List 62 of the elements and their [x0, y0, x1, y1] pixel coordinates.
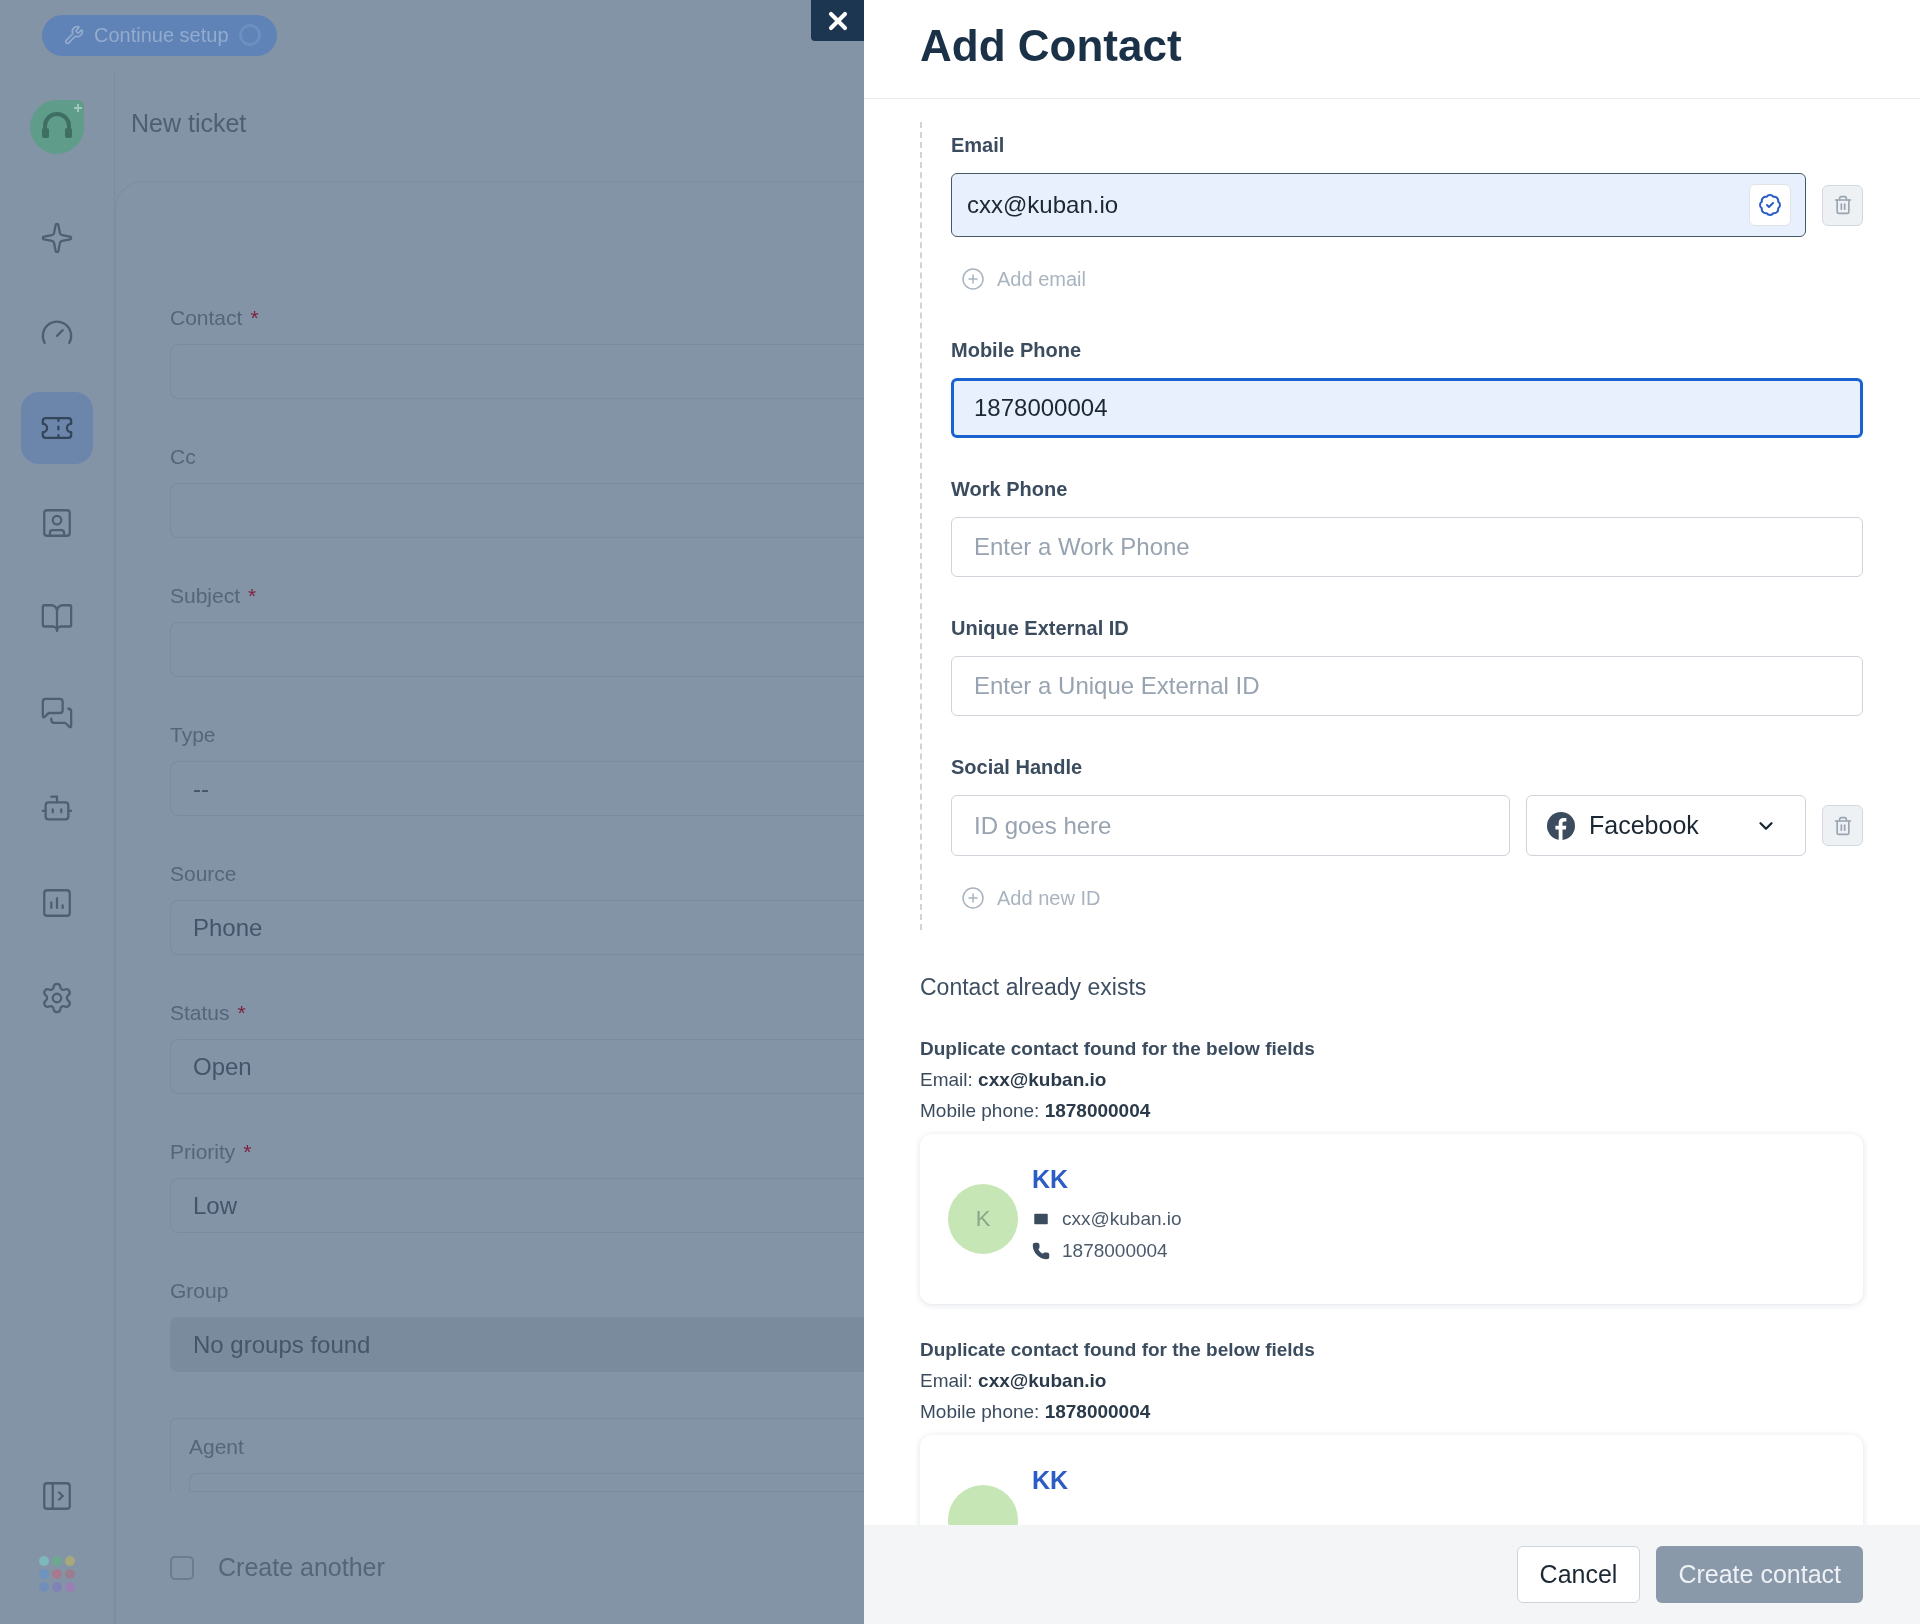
book-icon	[40, 601, 74, 635]
facebook-icon	[1547, 811, 1575, 840]
delete-button[interactable]	[1822, 805, 1863, 846]
duplicate-heading: Duplicate contact found for the below fields	[920, 1037, 1316, 1061]
form-field[interactable]	[170, 622, 864, 677]
agent-field[interactable]	[189, 1473, 864, 1492]
nav-item[interactable]	[21, 392, 93, 464]
form-field[interactable]: Low	[170, 1178, 864, 1233]
required-mark: *	[243, 1140, 252, 1164]
add-email-link[interactable]: Add email	[951, 267, 1863, 291]
form-field[interactable]	[170, 344, 864, 399]
text-field[interactable]: 1878000004	[951, 378, 1863, 438]
duplicate-field-line: Email: cxx@kuban.io	[920, 1369, 1108, 1393]
add-id-link[interactable]: Add new ID	[951, 886, 1863, 910]
apps-grid-icon	[38, 1555, 76, 1593]
field-label: Mobile Phone	[951, 339, 1082, 362]
text-field[interactable]: Enter a Work Phone	[951, 517, 1863, 577]
required-mark: *	[248, 584, 257, 608]
trash-icon	[1832, 195, 1853, 215]
contact-name-link[interactable]: KK	[1032, 1165, 1182, 1194]
field-label: Email	[951, 134, 1006, 157]
duplicate-field-line: Email: cxx@kuban.io	[920, 1068, 1108, 1092]
headset-logo-icon	[28, 98, 86, 156]
settings-icon	[40, 981, 74, 1015]
field-label: Social Handle	[951, 756, 1084, 779]
required-mark: *	[250, 306, 259, 330]
form-field[interactable]	[170, 483, 864, 538]
phone-icon	[1032, 1242, 1050, 1260]
panel-toggle-icon	[40, 1479, 74, 1513]
field-label: Unique External ID	[951, 617, 1130, 640]
sparkle-icon	[40, 221, 74, 255]
required-mark: *	[237, 1001, 246, 1025]
dialog-title: Add Contact	[920, 21, 1182, 71]
form-field[interactable]: --	[170, 761, 864, 816]
section-title: Contact already exists	[920, 974, 1148, 1001]
close-button[interactable]	[811, 0, 864, 41]
duplicate-field-line: Mobile phone: 1878000004	[920, 1400, 1152, 1424]
text-field[interactable]: Enter a Unique External ID	[951, 656, 1863, 716]
avatar: K	[948, 1184, 1018, 1254]
contact-name-link[interactable]: KK	[1032, 1466, 1069, 1495]
plus-circle-icon	[961, 267, 985, 291]
form-field[interactable]: Phone	[170, 900, 864, 955]
contact-phone: 1878000004	[1062, 1240, 1168, 1262]
tools-icon	[64, 25, 84, 45]
contact-email: cxx@kuban.io	[1062, 1208, 1182, 1230]
network-select[interactable]: Facebook	[1526, 795, 1806, 856]
checkbox[interactable]	[170, 1555, 194, 1580]
duplicate-heading: Duplicate contact found for the below fields	[920, 1338, 1316, 1362]
bar-chart-icon	[40, 886, 74, 920]
chat-icon	[40, 696, 74, 730]
plus-circle-icon	[961, 886, 985, 910]
duplicate-field-line: Mobile phone: 1878000004	[920, 1099, 1152, 1123]
field-label: Work Phone	[951, 478, 1069, 501]
email-field[interactable]: cxx@kuban.io	[951, 173, 1806, 237]
cancel-button[interactable]: Cancel	[1516, 1546, 1641, 1603]
verified-badge-icon	[1758, 193, 1782, 217]
trash-icon	[1832, 815, 1853, 836]
social-id-field[interactable]: ID goes here	[951, 795, 1510, 856]
delete-button[interactable]	[1822, 184, 1863, 226]
verify-button[interactable]	[1749, 184, 1791, 226]
form-field[interactable]: Open	[170, 1039, 864, 1094]
contact-card-icon	[40, 506, 74, 540]
